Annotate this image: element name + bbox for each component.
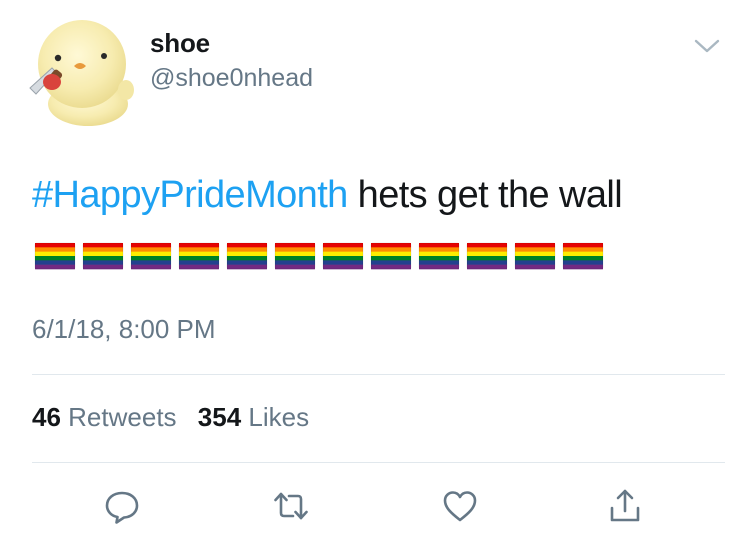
likes-count: 354	[197, 402, 242, 432]
rainbow-flag-icon	[226, 242, 268, 270]
tweet-timestamp[interactable]: 6/1/18, 8:00 PM	[32, 314, 216, 345]
retweets-stat[interactable]: 46 Retweets	[32, 402, 177, 433]
tweet-text: #HappyPrideMonth hets get the wall	[32, 170, 623, 220]
rainbow-flag-icon	[370, 242, 412, 270]
retweet-button[interactable]	[271, 486, 311, 526]
rainbow-flag-icon	[82, 242, 124, 270]
reply-button[interactable]	[102, 486, 142, 526]
rainbow-flag-icon	[274, 242, 316, 270]
like-button[interactable]	[440, 486, 480, 526]
tweet-card: shoe @shoe0nhead #HappyPrideMonth hets g…	[0, 0, 750, 544]
rainbow-flag-icon	[130, 242, 172, 270]
likes-label: Likes	[248, 402, 310, 432]
tweet-text-body: hets get the wall	[347, 174, 623, 216]
reply-icon	[105, 491, 139, 524]
share-icon	[610, 489, 640, 522]
rainbow-flag-icon	[514, 242, 556, 270]
divider	[32, 374, 725, 375]
rainbow-flag-icon	[562, 242, 604, 270]
retweets-label: Retweets	[68, 402, 177, 432]
rainbow-flag-icon	[322, 242, 364, 270]
retweets-count: 46	[32, 402, 61, 432]
flag-emoji-row	[34, 241, 604, 271]
retweet-icon	[274, 492, 308, 520]
rainbow-flag-icon	[418, 242, 460, 270]
likes-stat[interactable]: 354 Likes	[198, 402, 309, 433]
heart-icon	[443, 491, 477, 522]
display-name[interactable]: shoe	[150, 28, 210, 59]
rainbow-flag-icon	[34, 242, 76, 270]
rainbow-flag-icon	[466, 242, 508, 270]
user-handle[interactable]: @shoe0nhead	[150, 64, 313, 93]
share-button[interactable]	[605, 486, 645, 526]
avatar[interactable]	[22, 12, 140, 128]
chevron-down-icon[interactable]	[694, 36, 720, 56]
tweet-stats: 46 Retweets 354 Likes	[32, 402, 323, 433]
rainbow-flag-icon	[178, 242, 220, 270]
duckling-avatar-icon	[29, 20, 134, 126]
hashtag-link[interactable]: #HappyPrideMonth	[32, 174, 348, 216]
divider	[32, 462, 725, 463]
